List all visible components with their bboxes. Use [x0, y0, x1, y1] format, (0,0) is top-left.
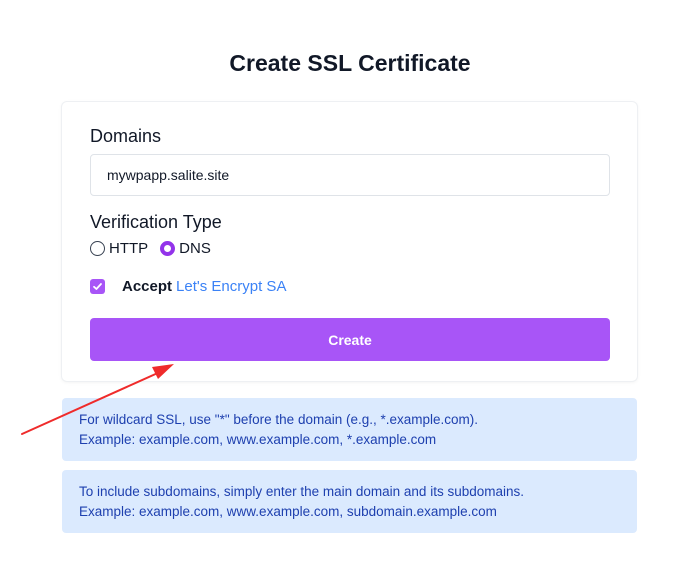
check-icon	[93, 283, 102, 290]
accept-checkbox[interactable]	[90, 279, 105, 294]
radio-http[interactable]: HTTP	[90, 240, 148, 257]
subdomain-info-line-2: Example: example.com, www.example.com, s…	[79, 504, 497, 519]
create-button[interactable]: Create	[90, 318, 610, 361]
wildcard-info-line-1: For wildcard SSL, use "*" before the dom…	[79, 412, 479, 427]
domains-input[interactable]	[90, 154, 610, 196]
accept-terms-row: Accept Let's Encrypt SA	[90, 278, 286, 295]
radio-dns-circle[interactable]	[160, 241, 176, 256]
wildcard-info-line-2: Example: example.com, www.example.com, *…	[79, 432, 437, 447]
radio-dns-label: DNS	[179, 240, 211, 257]
ssl-form-card: Domains Verification Type HTTP DNS Accep…	[62, 102, 637, 381]
radio-dns[interactable]: DNS	[160, 240, 211, 257]
accept-label: Accept	[122, 278, 173, 295]
verification-type-group: HTTP DNS	[90, 240, 211, 257]
verification-type-label: Verification Type	[90, 212, 222, 232]
subdomain-info-box: To include subdomains, simply enter the …	[62, 470, 637, 533]
radio-http-circle[interactable]	[90, 241, 105, 256]
domains-label: Domains	[90, 126, 162, 146]
subdomain-info-line-1: To include subdomains, simply enter the …	[79, 484, 524, 499]
wildcard-info-box: For wildcard SSL, use "*" before the dom…	[62, 398, 637, 461]
page-title: Create SSL Certificate	[229, 50, 471, 76]
radio-http-label: HTTP	[109, 240, 149, 257]
lets-encrypt-sa-link[interactable]: Let's Encrypt SA	[176, 278, 286, 295]
